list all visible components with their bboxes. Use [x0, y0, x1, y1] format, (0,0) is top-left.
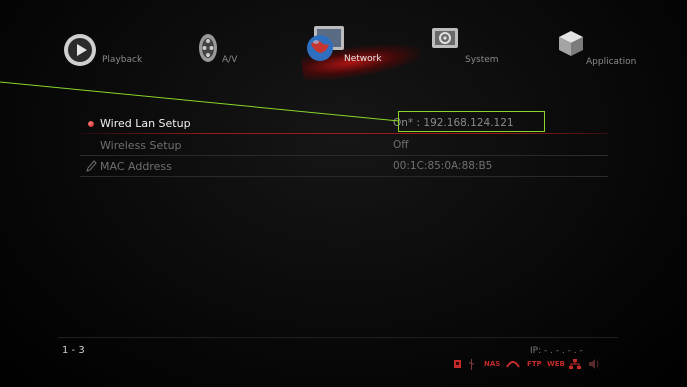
footer-divider — [58, 337, 618, 338]
upnp-icon — [506, 361, 520, 368]
nav-label-application: Application — [586, 57, 637, 67]
network-status-icon — [569, 359, 581, 369]
cube-icon — [559, 31, 583, 56]
setting-value: 00:1C:85:0A:88:B5 — [393, 160, 493, 172]
nav-label-playback: Playback — [102, 55, 143, 65]
nav-label-system: System — [465, 55, 499, 65]
usb-plug-icon — [468, 359, 475, 370]
speaker-icon — [589, 359, 599, 369]
row-divider — [80, 133, 608, 134]
setting-row-mac-address: MAC Address 00:1C:85:0A:88:B5 — [80, 157, 608, 177]
row-divider — [80, 155, 608, 156]
nav-label-network: Network — [344, 54, 382, 64]
setting-label: Wired Lan Setup — [100, 117, 191, 130]
play-disc-icon — [64, 34, 96, 66]
usb-drive-icon — [454, 360, 461, 368]
setting-value: Off — [393, 139, 409, 151]
annotation-highlight-box — [398, 111, 545, 132]
pencil-icon — [86, 160, 97, 172]
nav-label-av: A/V — [222, 55, 238, 65]
setting-row-wireless[interactable]: Wireless Setup Off — [80, 136, 608, 156]
screen: Playback A/V Network System Application … — [0, 0, 687, 387]
ip-readout: IP: - . - . - . - — [530, 346, 583, 356]
globe-icon — [307, 26, 344, 61]
row-divider — [80, 176, 608, 177]
setting-label: MAC Address — [100, 160, 172, 173]
status-web: WEB — [547, 360, 565, 368]
setting-label: Wireless Setup — [100, 139, 182, 152]
page-range: 1 - 3 — [62, 345, 85, 356]
film-reel-icon — [199, 34, 217, 62]
status-nas: NAS — [484, 360, 501, 368]
settings-panel-icon — [432, 28, 458, 48]
selected-bullet-icon — [88, 121, 94, 127]
status-ftp: FTP — [527, 360, 542, 368]
